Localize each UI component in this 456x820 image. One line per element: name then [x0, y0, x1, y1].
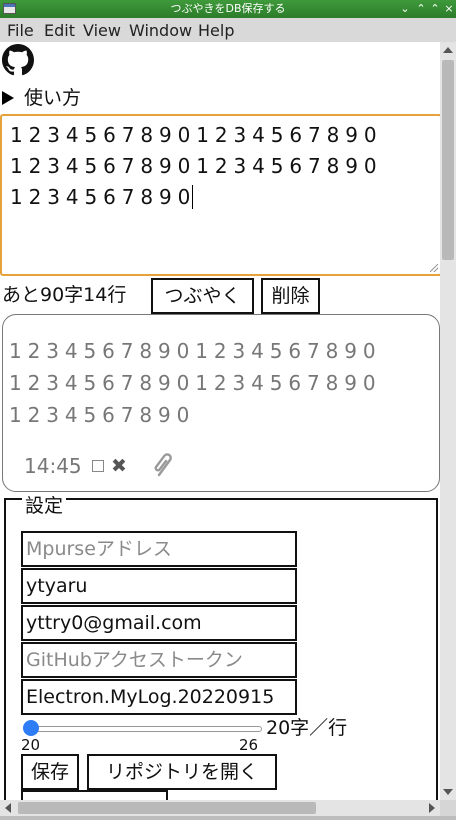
menu-help[interactable]: Help — [198, 21, 234, 40]
tweet-textarea[interactable]: 12345678901234567890 1234567890123456789… — [0, 114, 440, 276]
menu-bar: File Edit View Window Help — [0, 18, 456, 42]
textarea-text: 12345678901234567890 1234567890123456789… — [10, 120, 440, 213]
email-input[interactable]: yttry0@gmail.com — [21, 605, 297, 641]
disclosure-triangle-icon — [2, 91, 14, 105]
howto-toggle[interactable]: 使い方 — [0, 86, 81, 110]
save-button[interactable]: 保存 — [21, 754, 79, 790]
scroll-down-icon[interactable] — [443, 789, 453, 795]
github-icon[interactable] — [2, 44, 34, 76]
window-title: つぶやきをDB保存する — [170, 2, 286, 15]
menu-edit[interactable]: Edit — [44, 21, 75, 40]
settings-legend: 設定 — [22, 495, 67, 517]
vertical-scroll-thumb[interactable] — [442, 60, 454, 260]
scroll-left-icon[interactable] — [5, 803, 11, 813]
scroll-up-icon[interactable] — [443, 47, 453, 53]
main-content: 使い方 12345678901234567890 123456789012345… — [0, 42, 440, 800]
minimize-button[interactable]: ⌃ — [414, 1, 428, 16]
remaining-counter: あと90字14行 — [2, 284, 127, 306]
slider-thumb[interactable] — [23, 720, 39, 736]
delete-button[interactable]: 削除 — [261, 278, 320, 314]
post-line: 12345678901234567890 — [9, 339, 382, 363]
horizontal-scrollbar[interactable] — [0, 800, 440, 816]
maximize-button[interactable]: ⌃ — [428, 1, 442, 16]
textarea-line: 12345678901234567890 — [10, 154, 383, 178]
slider-max-label: 26 — [239, 736, 259, 754]
title-bar: つぶやきをDB保存する ⌄ ⌃ ⌃ × — [0, 0, 456, 18]
menu-window[interactable]: Window — [129, 21, 192, 40]
menu-view[interactable]: View — [83, 21, 121, 40]
open-repository-button[interactable]: リポジトリを開く — [87, 754, 277, 790]
window-bottom-edge — [0, 816, 456, 820]
post-text: 12345678901234567890 1234567890123456789… — [9, 335, 439, 431]
tweet-button[interactable]: つぶやく — [151, 278, 254, 314]
username-input[interactable]: ytyaru — [21, 568, 297, 604]
textarea-line: 1234567890 — [10, 185, 197, 209]
chars-per-line-slider[interactable] — [30, 726, 262, 732]
textarea-line: 12345678901234567890 — [10, 123, 383, 147]
post-time: 14:45 — [24, 454, 82, 478]
horizontal-scroll-thumb[interactable] — [18, 802, 316, 814]
slider-min-label: 20 — [21, 736, 41, 754]
vertical-scrollbar[interactable] — [440, 42, 456, 800]
close-window-button[interactable]: × — [442, 1, 456, 16]
post-line: 1234567890 — [9, 403, 196, 427]
partially-visible-button[interactable] — [21, 790, 168, 800]
scroll-right-icon[interactable] — [429, 803, 435, 813]
menu-file[interactable]: File — [7, 21, 34, 40]
post-card: 12345678901234567890 1234567890123456789… — [2, 314, 440, 492]
slider-value-label: 20字／行 — [266, 717, 348, 739]
github-token-input[interactable]: GitHubアクセストークン — [21, 642, 297, 678]
repository-name-input[interactable]: Electron.MyLog.20220915 — [21, 679, 297, 715]
post-checkbox[interactable] — [92, 460, 104, 472]
window-menu-button[interactable]: ⌄ — [398, 1, 412, 16]
howto-label: 使い方 — [24, 87, 82, 109]
paperclip-icon[interactable] — [153, 453, 177, 479]
post-line: 12345678901234567890 — [9, 371, 382, 395]
scrollbar-corner — [440, 800, 456, 816]
delete-post-icon[interactable]: ✖ — [111, 455, 127, 477]
mpurse-address-input[interactable]: Mpurseアドレス — [21, 531, 297, 567]
text-caret — [192, 185, 194, 209]
resize-grip-icon[interactable] — [430, 264, 438, 272]
